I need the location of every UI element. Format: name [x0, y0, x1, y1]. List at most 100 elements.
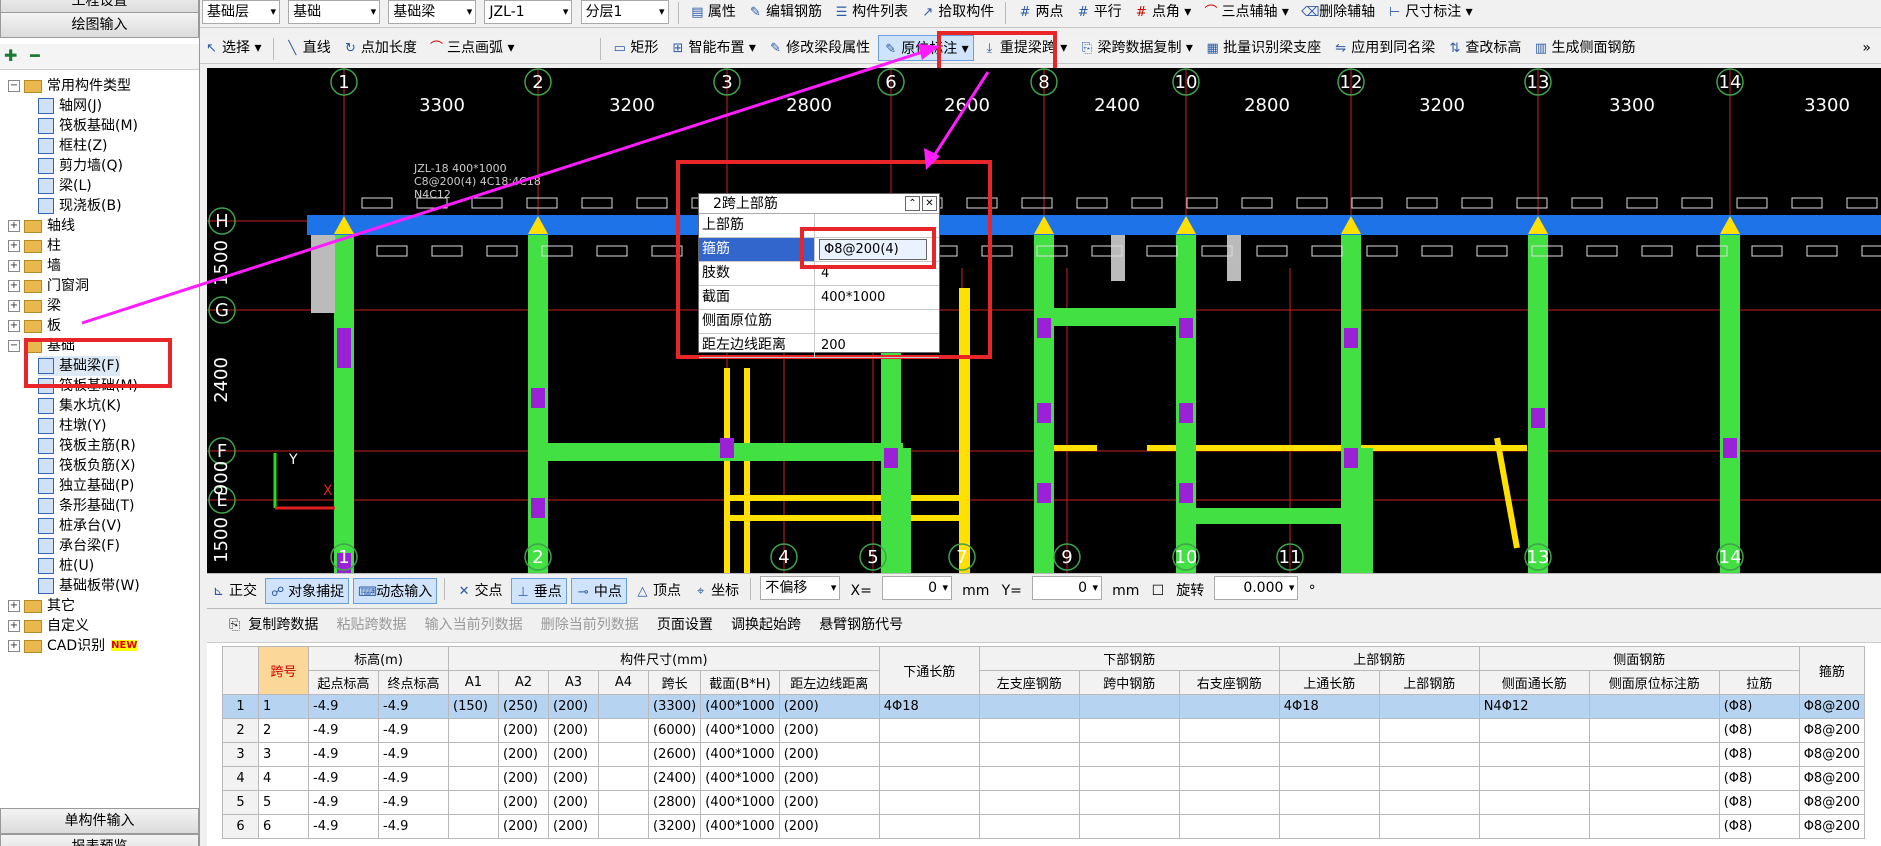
- cell-start[interactable]: -4.9: [308, 694, 379, 719]
- cell-span[interactable]: 1: [258, 694, 309, 719]
- row-number[interactable]: 2: [222, 718, 259, 743]
- tree-item[interactable]: 承台梁(F): [38, 536, 120, 556]
- tree-item[interactable]: 条形基础(T): [38, 496, 134, 516]
- cell-stir[interactable]: Φ8@200: [1798, 694, 1866, 719]
- properties-button[interactable]: ▤ 属性: [686, 0, 740, 25]
- cell-side[interactable]: [1478, 790, 1590, 815]
- table-row[interactable]: 4 4 -4.9 -4.9 (200) (200) (2400) (400*1000 (200)…: [222, 766, 1866, 791]
- collapse-icon[interactable]: −: [8, 340, 20, 352]
- cell-tops[interactable]: [1378, 766, 1480, 791]
- cell-mid[interactable]: [1078, 742, 1180, 767]
- cell-len[interactable]: (2400): [647, 766, 702, 791]
- tree-item[interactable]: 剪力墙(Q): [38, 156, 123, 176]
- cell-span[interactable]: 2: [258, 718, 309, 743]
- cell-start[interactable]: -4.9: [308, 814, 379, 839]
- cell-a4[interactable]: [598, 814, 649, 839]
- cell-a4[interactable]: [598, 790, 649, 815]
- cell-mid[interactable]: [1078, 694, 1180, 719]
- cell-stir[interactable]: Φ8@200: [1798, 718, 1866, 743]
- expand-all-icon[interactable]: ✚: [4, 46, 17, 65]
- cell-end[interactable]: -4.9: [378, 790, 449, 815]
- expand-icon[interactable]: +: [8, 240, 20, 252]
- cell-tie[interactable]: (Φ8): [1718, 718, 1800, 743]
- delete-column-data-button[interactable]: 删除当前列数据: [541, 617, 639, 633]
- cell-sec[interactable]: (400*1000: [700, 814, 780, 839]
- tree-folder[interactable]: + 板: [8, 316, 61, 336]
- cell-start[interactable]: -4.9: [308, 766, 379, 791]
- table-row[interactable]: 6 6 -4.9 -4.9 (200) (200) (3200) (400*1000 (200)…: [222, 814, 1866, 839]
- cell-start[interactable]: -4.9: [308, 718, 379, 743]
- point-length-button[interactable]: ↻ 点加长度: [339, 35, 421, 61]
- three-point-arc-button[interactable]: ⌒ 三点画弧 ▾: [425, 35, 593, 61]
- cell-dist[interactable]: (200): [778, 718, 880, 743]
- cell-tie[interactable]: (Φ8): [1718, 766, 1800, 791]
- cell-tie[interactable]: (Φ8): [1718, 790, 1800, 815]
- cell-sidep[interactable]: [1588, 790, 1720, 815]
- cantilever-code-button[interactable]: 悬臂钢筋代号: [819, 617, 903, 633]
- cell-a2[interactable]: (200): [498, 814, 549, 839]
- cell-a2[interactable]: (200): [498, 742, 549, 767]
- expand-icon[interactable]: +: [8, 220, 20, 232]
- popup-row[interactable]: 距左边线距离 200: [699, 334, 939, 358]
- cell-end[interactable]: -4.9: [378, 766, 449, 791]
- drawing-input-button[interactable]: 绘图输入: [0, 12, 199, 38]
- tree-item[interactable]: 筏板负筋(X): [38, 456, 136, 476]
- cad-drawing[interactable]: 1 2 3 6 8 10 12 13 143300 3200 2800 2600 2400 2800 320…: [207, 68, 1881, 573]
- table-row[interactable]: 2 2 -4.9 -4.9 (200) (200) (6000) (400*1000 (200)…: [222, 718, 1866, 743]
- cell-a3[interactable]: (200): [548, 814, 599, 839]
- popup-row[interactable]: 侧面原位筋: [699, 310, 939, 334]
- page-setup-button[interactable]: 页面设置: [657, 617, 713, 633]
- cell-stir[interactable]: Φ8@200: [1798, 814, 1866, 839]
- cell-a4[interactable]: [598, 718, 649, 743]
- cell-a2[interactable]: (250): [498, 694, 549, 719]
- cell-side[interactable]: [1478, 742, 1590, 767]
- dynamic-input-button[interactable]: ⌨动态输入: [353, 578, 438, 604]
- check-elevation-button[interactable]: ⇅ 查改标高: [1443, 35, 1525, 61]
- cell-start[interactable]: -4.9: [308, 742, 379, 767]
- copy-span-data-button[interactable]: 复制跨数据: [248, 617, 318, 633]
- pick-component-button[interactable]: ↗ 拾取构件: [916, 0, 998, 25]
- cell-a2[interactable]: (200): [498, 718, 549, 743]
- edit-rebar-button[interactable]: ✎ 编辑钢筋: [744, 0, 826, 25]
- apply-same-name-button[interactable]: ⇋ 应用到同名梁: [1329, 35, 1439, 61]
- tree-item[interactable]: 筏板基础(M): [38, 116, 138, 136]
- cell-btm[interactable]: 4Φ18: [878, 694, 980, 719]
- intersection-snap-button[interactable]: ✕ 交点: [453, 578, 507, 604]
- table-row[interactable]: 5 5 -4.9 -4.9 (200) (200) (2800) (400*1000 (200)…: [222, 790, 1866, 815]
- cell-end[interactable]: -4.9: [378, 694, 449, 719]
- collapse-icon[interactable]: −: [8, 80, 20, 92]
- cell-sec[interactable]: (400*1000: [700, 742, 780, 767]
- cell-sidep[interactable]: [1588, 718, 1720, 743]
- cell-tops[interactable]: [1378, 742, 1480, 767]
- cell-stir[interactable]: Φ8@200: [1798, 790, 1866, 815]
- tree-folder[interactable]: + 门窗洞: [8, 276, 89, 296]
- cell-end[interactable]: -4.9: [378, 742, 449, 767]
- popup-value[interactable]: 200: [817, 334, 846, 357]
- cell-sidep[interactable]: [1588, 742, 1720, 767]
- copy-span-data-button[interactable]: ⎘ 梁跨数据复制 ▾: [1075, 35, 1196, 61]
- expand-icon[interactable]: +: [8, 320, 20, 332]
- paste-span-data-button[interactable]: 粘贴跨数据: [336, 617, 406, 633]
- cell-stir[interactable]: Φ8@200: [1798, 742, 1866, 767]
- expand-icon[interactable]: +: [8, 640, 20, 652]
- cell-rs[interactable]: [1178, 718, 1280, 743]
- cell-tops[interactable]: [1378, 814, 1480, 839]
- report-preview-button[interactable]: 报表预览: [0, 834, 199, 846]
- expand-icon[interactable]: +: [8, 280, 20, 292]
- rectangle-button[interactable]: ▭ 矩形: [608, 35, 662, 61]
- cell-span[interactable]: 5: [258, 790, 309, 815]
- cell-sec[interactable]: (400*1000: [700, 766, 780, 791]
- cell-a1[interactable]: [448, 790, 499, 815]
- delete-axis-button[interactable]: ⌫删除辅轴: [1297, 0, 1379, 25]
- cell-sec[interactable]: (400*1000: [700, 694, 780, 719]
- cell-tie[interactable]: (Φ8): [1718, 814, 1800, 839]
- x-input[interactable]: 0: [882, 576, 953, 600]
- cell-dist[interactable]: (200): [778, 742, 880, 767]
- single-component-input-button[interactable]: 单构件输入: [0, 808, 199, 834]
- cell-mid[interactable]: [1078, 718, 1180, 743]
- cell-span[interactable]: 4: [258, 766, 309, 791]
- cell-btm[interactable]: [878, 718, 980, 743]
- cell-start[interactable]: -4.9: [308, 790, 379, 815]
- cell-a1[interactable]: [448, 718, 499, 743]
- smart-layout-button[interactable]: ⊞ 智能布置 ▾: [666, 35, 759, 61]
